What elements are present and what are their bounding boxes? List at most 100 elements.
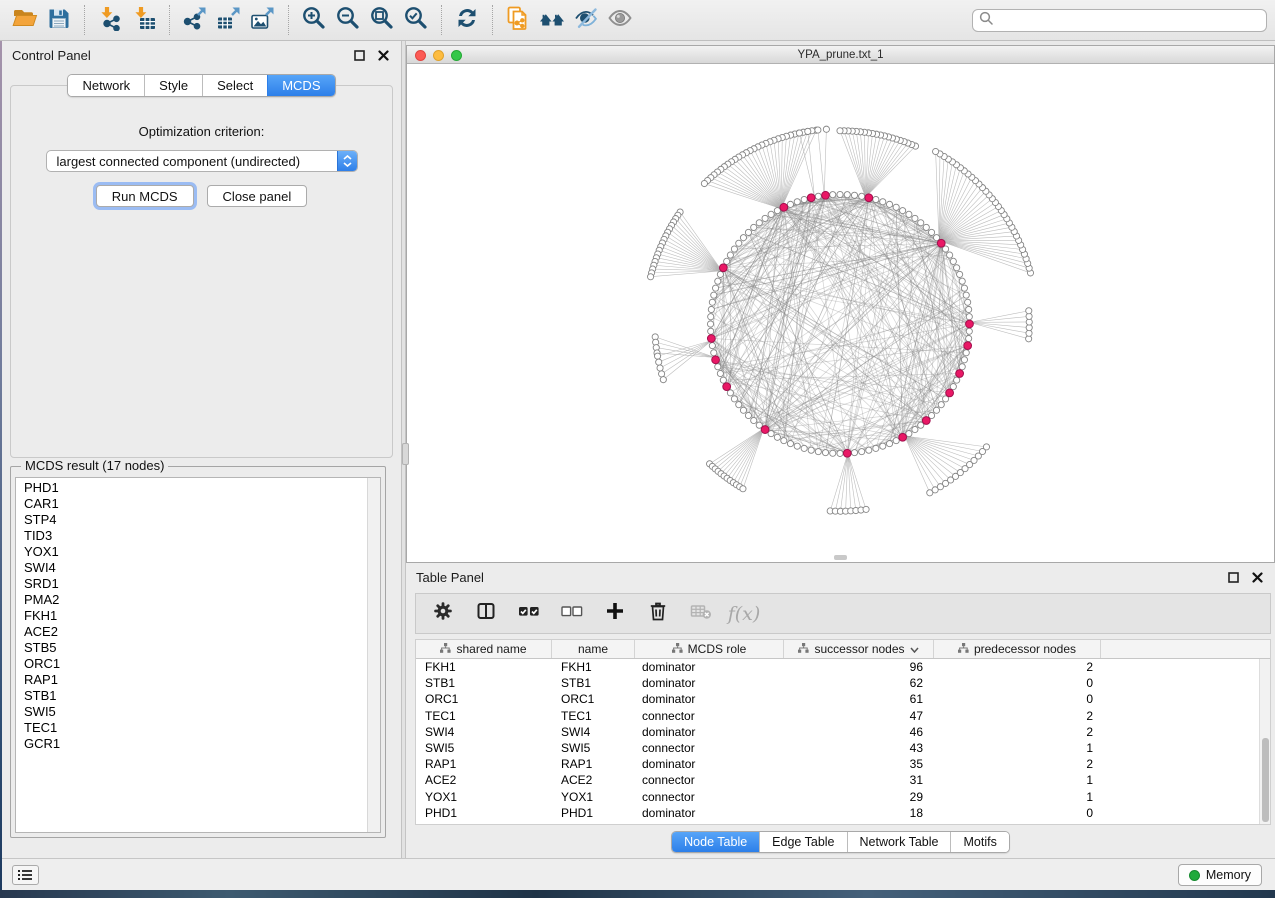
network-node[interactable] (966, 335, 972, 341)
network-node[interactable] (751, 417, 757, 423)
mcds-result-item[interactable]: YOX1 (16, 544, 366, 560)
network-node[interactable] (851, 192, 857, 198)
network-node[interactable] (708, 314, 714, 320)
table-row[interactable]: SWI5SWI5connector431 (416, 740, 1259, 756)
table-vscrollbar[interactable] (1259, 659, 1270, 824)
toolbar-open-file-button[interactable] (8, 3, 42, 37)
column-header-shared-name[interactable]: shared name (416, 640, 552, 658)
network-node[interactable] (740, 486, 746, 492)
network-node[interactable] (796, 130, 802, 136)
network-hub-node[interactable] (707, 335, 715, 343)
toolbar-export-network-button[interactable] (178, 3, 212, 37)
table-toolbar-add-row-button[interactable] (604, 603, 626, 625)
network-node[interactable] (808, 447, 814, 453)
table-toolbar-show-column-panel-button[interactable] (475, 603, 497, 625)
toolbar-first-neighbors-button[interactable] (535, 3, 569, 37)
network-hub-node[interactable] (843, 449, 851, 457)
network-node[interactable] (893, 204, 899, 210)
network-node[interactable] (933, 407, 939, 413)
network-node[interactable] (837, 450, 843, 456)
network-node[interactable] (801, 196, 807, 202)
mcds-result-item[interactable]: PMA2 (16, 592, 366, 608)
network-node[interactable] (844, 192, 850, 198)
network-hub-node[interactable] (780, 203, 788, 211)
network-node[interactable] (787, 201, 793, 207)
table-toolbar-select-all-button[interactable] (518, 603, 540, 625)
network-node[interactable] (740, 407, 746, 413)
network-node[interactable] (851, 450, 857, 456)
mcds-result-item[interactable]: CAR1 (16, 496, 366, 512)
mcds-result-item[interactable]: STB5 (16, 640, 366, 656)
toolbar-export-table-button[interactable] (212, 3, 246, 37)
network-node[interactable] (815, 127, 821, 133)
network-node[interactable] (720, 377, 726, 383)
table-toolbar-settings-gear-button[interactable] (432, 603, 454, 625)
network-hub-node[interactable] (956, 370, 964, 378)
network-node[interactable] (781, 438, 787, 444)
network-hub-node[interactable] (966, 320, 974, 328)
network-node[interactable] (740, 235, 746, 241)
network-node[interactable] (880, 199, 886, 205)
network-hub-node[interactable] (946, 389, 954, 397)
network-node[interactable] (918, 220, 924, 226)
network-node[interactable] (866, 447, 872, 453)
toolbar-import-network-button[interactable] (93, 3, 127, 37)
window-close-button[interactable] (415, 50, 426, 61)
column-header-name[interactable]: name (552, 640, 635, 658)
network-node[interactable] (959, 278, 965, 284)
toolbar-zoom-fit-button[interactable] (365, 3, 399, 37)
network-node[interactable] (794, 199, 800, 205)
network-hub-node[interactable] (922, 417, 930, 425)
mcds-list-scrollbar[interactable] (367, 478, 380, 832)
mcds-result-item[interactable]: RAP1 (16, 672, 366, 688)
split-divider-grabber[interactable] (402, 443, 409, 465)
network-node[interactable] (794, 443, 800, 449)
column-header-successor-nodes[interactable]: successor nodes (784, 640, 934, 658)
network-node[interactable] (923, 224, 929, 230)
close-table-panel-icon[interactable] (1249, 569, 1265, 585)
network-node[interactable] (938, 402, 944, 408)
network-node[interactable] (727, 252, 733, 258)
mcds-result-item[interactable]: SWI5 (16, 704, 366, 720)
network-node[interactable] (656, 359, 662, 365)
network-node[interactable] (715, 278, 721, 284)
table-tab-edge-table[interactable]: Edge Table (759, 832, 846, 852)
mcds-result-item[interactable]: SWI4 (16, 560, 366, 576)
network-node[interactable] (906, 211, 912, 217)
toolbar-refresh-button[interactable] (450, 3, 484, 37)
mcds-result-item[interactable]: STP4 (16, 512, 366, 528)
network-node[interactable] (966, 314, 972, 320)
toolbar-birds-eye-button[interactable] (603, 3, 637, 37)
network-node[interactable] (822, 450, 828, 456)
network-node[interactable] (893, 438, 899, 444)
network-hub-node[interactable] (937, 239, 945, 247)
network-node[interactable] (928, 229, 934, 235)
table-tab-network-table[interactable]: Network Table (847, 832, 951, 852)
network-node[interactable] (950, 258, 956, 264)
mcds-result-item[interactable]: GCR1 (16, 736, 366, 752)
column-header-MCDS-role[interactable]: MCDS role (635, 640, 784, 658)
table-row[interactable]: RAP1RAP1dominator352 (416, 756, 1259, 772)
network-node[interactable] (933, 148, 939, 154)
network-node[interactable] (731, 246, 737, 252)
mcds-result-item[interactable]: PHD1 (16, 480, 366, 496)
mcds-result-item[interactable]: ORC1 (16, 656, 366, 672)
float-panel-icon[interactable] (351, 47, 367, 63)
toolbar-zoom-out-button[interactable] (331, 3, 365, 37)
network-hub-node[interactable] (723, 383, 731, 391)
network-node[interactable] (756, 220, 762, 226)
tab-mcds[interactable]: MCDS (267, 75, 334, 96)
toolbar-export-image-button[interactable] (246, 3, 280, 37)
network-node[interactable] (961, 357, 967, 363)
network-node[interactable] (837, 191, 843, 197)
toolbar-import-table-button[interactable] (127, 3, 161, 37)
network-node[interactable] (963, 292, 969, 298)
network-node[interactable] (774, 434, 780, 440)
mcds-result-item[interactable]: SRD1 (16, 576, 366, 592)
tab-style[interactable]: Style (144, 75, 202, 96)
column-header-predecessor-nodes[interactable]: predecessor nodes (934, 640, 1101, 658)
mcds-result-item[interactable]: TEC1 (16, 720, 366, 736)
network-hub-node[interactable] (899, 433, 907, 441)
toolbar-graphics-details-button[interactable] (569, 3, 603, 37)
network-node[interactable] (751, 224, 757, 230)
